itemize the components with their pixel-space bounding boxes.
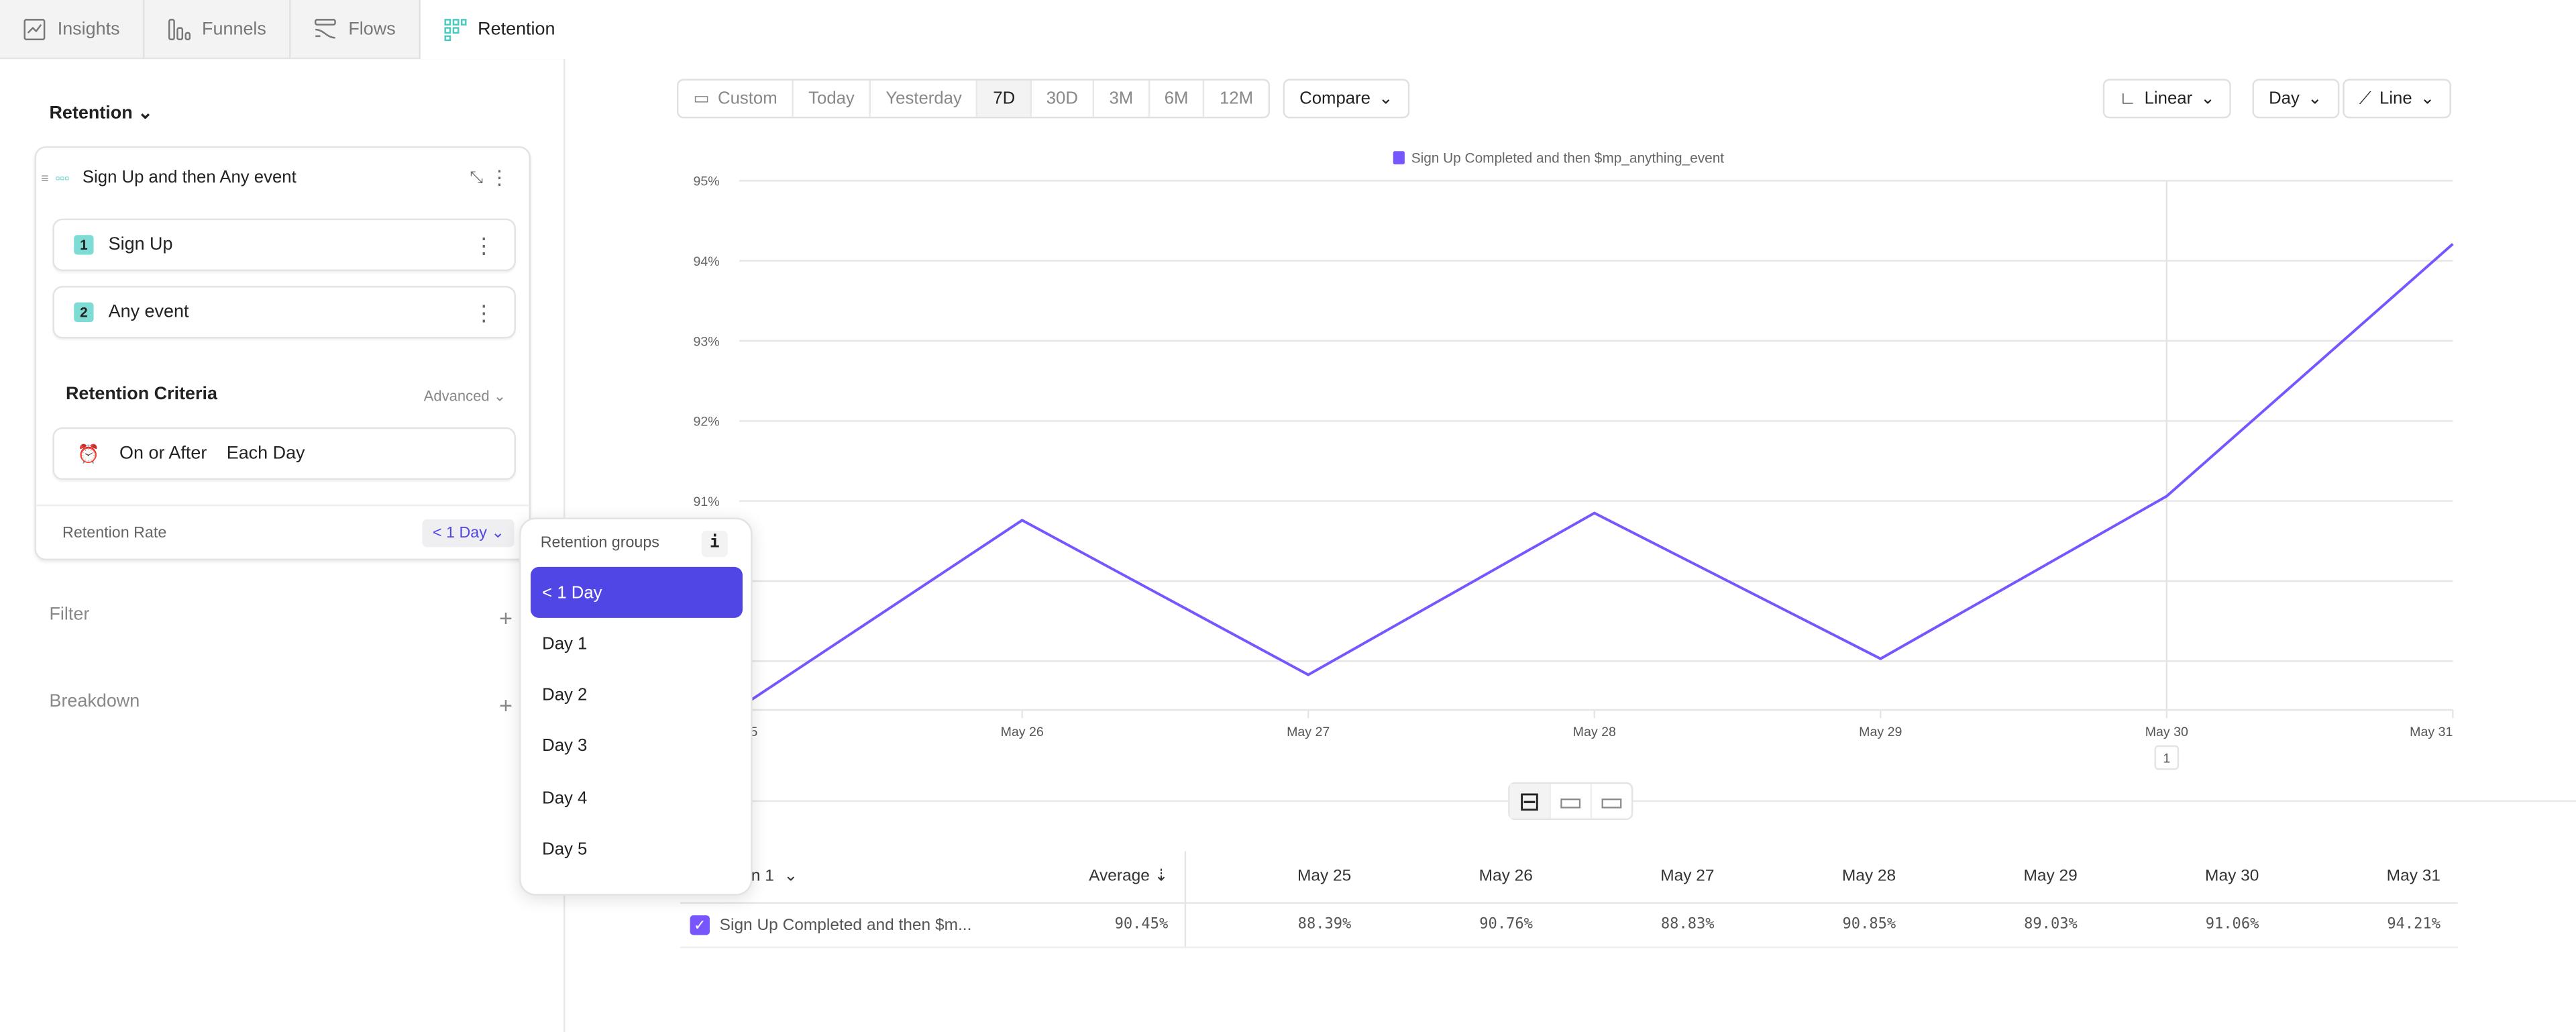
menu-item[interactable]: Day 1 bbox=[531, 618, 743, 669]
date-header: May 25 bbox=[1297, 868, 1352, 886]
series-line bbox=[735, 243, 2454, 711]
cell: 94.21% bbox=[2387, 917, 2440, 934]
date-header: May 29 bbox=[2023, 868, 2078, 886]
x-tick-label: May 31 bbox=[2410, 725, 2453, 739]
x-tick-label: May 29 bbox=[1859, 725, 1902, 739]
info-icon[interactable]: i bbox=[701, 531, 728, 558]
y-tick-label: 93% bbox=[693, 334, 719, 349]
x-tick-label: May 30 bbox=[2145, 725, 2188, 739]
hover-marker-label: 1 bbox=[2163, 751, 2170, 766]
split-view-icon[interactable]: ⊟ bbox=[1509, 784, 1551, 819]
y-tick-label: 91% bbox=[693, 495, 719, 509]
sort-icon[interactable]: ⇣ bbox=[1155, 868, 1169, 886]
app: Insights Funnels Flows Retention Retenti… bbox=[0, 0, 2576, 1032]
menu-item[interactable]: Day 3 bbox=[531, 720, 743, 771]
line-chart[interactable]: 95%94%93%92%91%1May 25May 26May 27May 28… bbox=[0, 0, 2576, 789]
table-row: ✓ Sign Up Completed and then $m... 90.45%… bbox=[680, 903, 2458, 949]
cell: 91.06% bbox=[2205, 917, 2259, 934]
menu-item[interactable]: Day 5 bbox=[531, 823, 743, 874]
cell: 88.83% bbox=[1660, 917, 1715, 934]
x-tick-label: May 26 bbox=[1001, 725, 1044, 739]
menu-item[interactable]: < 1 Day bbox=[531, 566, 743, 618]
y-tick-label: 94% bbox=[693, 254, 719, 269]
row-name: Sign Up Completed and then $m... bbox=[719, 916, 972, 935]
cell: 90.76% bbox=[1479, 917, 1533, 934]
x-tick-label: May 28 bbox=[1573, 725, 1616, 739]
x-tick-label: May 27 bbox=[1287, 725, 1330, 739]
menu-item[interactable]: Day 4 bbox=[531, 772, 743, 823]
cell: 90.85% bbox=[1842, 917, 1896, 934]
average-header[interactable]: Average ⇣ bbox=[992, 851, 1187, 902]
date-header: May 27 bbox=[1660, 868, 1715, 886]
date-header: May 30 bbox=[2205, 868, 2259, 886]
chevron-down-icon: ⌄ bbox=[784, 868, 798, 886]
table-only-view-icon[interactable]: ▭ bbox=[1592, 784, 1631, 818]
row-checkbox[interactable]: ✓ bbox=[690, 915, 710, 935]
row-average: 90.45% bbox=[992, 903, 1187, 947]
date-header: May 28 bbox=[1841, 868, 1896, 886]
date-header: May 31 bbox=[2386, 868, 2440, 886]
date-header: May 26 bbox=[1479, 868, 1533, 886]
cell: 88.39% bbox=[1297, 917, 1352, 934]
menu-title: Retention groups bbox=[540, 533, 659, 552]
view-toggle: ⊟ ▭ ▭ bbox=[1508, 782, 1633, 821]
menu-item[interactable]: Day 2 bbox=[531, 669, 743, 720]
table-header: Retention 1⌄ Average ⇣ May 25 May 26 May… bbox=[680, 851, 2458, 904]
y-tick-label: 92% bbox=[693, 415, 719, 429]
retention-groups-menu: Retention groups i < 1 Day Day 1 Day 2 D… bbox=[519, 517, 753, 896]
header-label: Average bbox=[1089, 868, 1150, 886]
y-tick-label: 95% bbox=[693, 174, 719, 189]
chart-only-view-icon[interactable]: ▭ bbox=[1551, 784, 1593, 819]
cell: 89.03% bbox=[2024, 917, 2078, 934]
